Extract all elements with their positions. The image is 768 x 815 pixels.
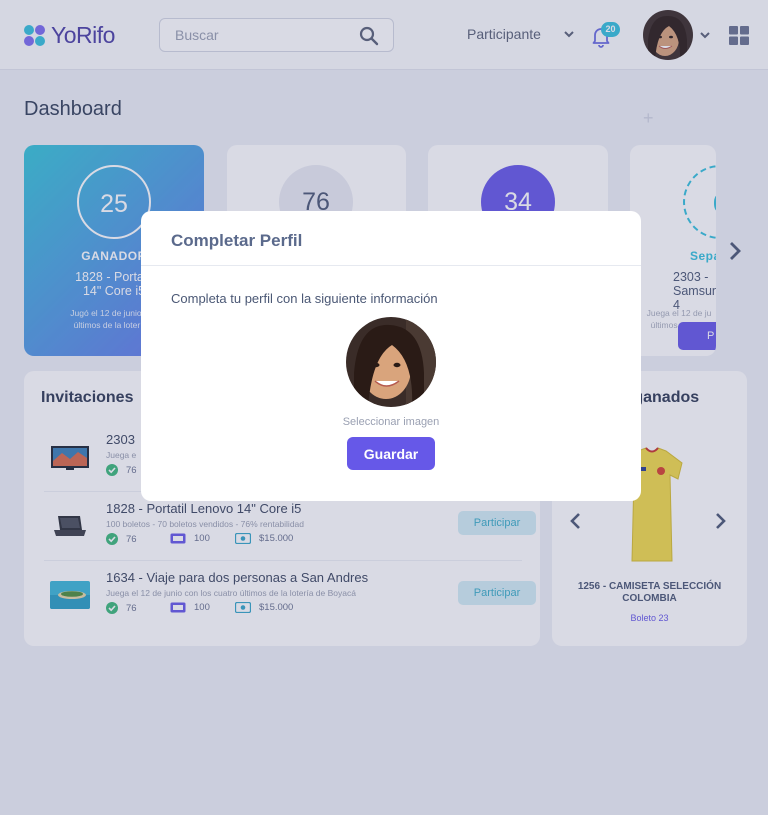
complete-profile-modal: Completar Perfil Completa tu perfil con … bbox=[141, 211, 641, 501]
divider bbox=[141, 265, 641, 266]
modal-text: Completa tu perfil con la siguiente info… bbox=[171, 291, 438, 306]
profile-avatar[interactable] bbox=[346, 317, 436, 407]
select-image-link[interactable]: Seleccionar imagen bbox=[141, 416, 641, 428]
save-button[interactable]: Guardar bbox=[347, 437, 435, 470]
modal-title: Completar Perfil bbox=[171, 231, 303, 250]
